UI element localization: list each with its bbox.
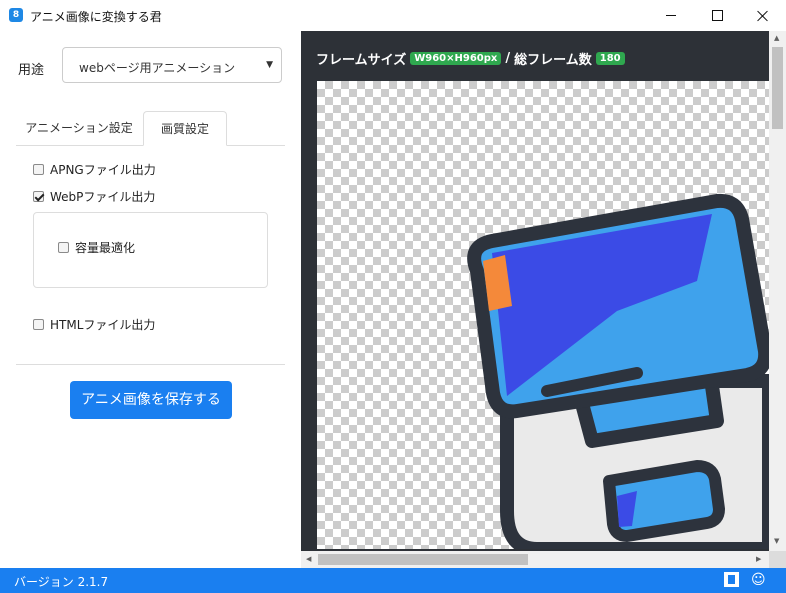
minimize-button[interactable] [648,0,694,31]
optimize-option[interactable]: 容量最適化 [58,239,135,256]
divider [16,364,285,365]
smiley-icon[interactable]: ☺ [751,572,766,588]
apng-option[interactable]: APNGファイル出力 [33,161,156,178]
scroll-left-icon[interactable]: ◀ [306,555,311,563]
app-icon: 8 [9,8,23,22]
scrollbar-corner [769,551,786,568]
minimize-icon [666,15,676,16]
frame-info: フレームサイズ W960×H960px / 総フレーム数 180 [316,49,629,68]
tab-quality-settings[interactable]: 画質設定 [143,111,227,146]
horizontal-scroll-thumb[interactable] [318,554,528,565]
total-frames-badge: 180 [595,52,625,65]
total-frames-label: 総フレーム数 [514,53,592,68]
apng-checkbox[interactable] [33,164,44,175]
vertical-scroll-thumb[interactable] [772,47,783,129]
optimize-label: 容量最適化 [75,241,136,255]
html-label: HTMLファイル出力 [50,318,156,332]
maximize-icon [711,10,723,21]
window-title: アニメ画像に変換する君 [30,10,162,24]
frame-size-badge: W960×H960px [410,52,502,65]
purpose-selected-value: webページ用アニメーション [79,61,236,75]
purpose-label: 用途 [18,63,45,78]
webp-option[interactable]: WebPファイル出力 [33,188,155,205]
chevron-down-icon: ▼ [266,60,273,70]
apng-label: APNGファイル出力 [50,163,156,177]
purpose-select[interactable]: webページ用アニメーション ▼ [62,47,282,83]
scroll-down-icon[interactable]: ▼ [774,537,779,545]
settings-panel: 用途 webページ用アニメーション ▼ アニメーション設定 画質設定 APNGフ… [0,31,301,568]
close-button[interactable] [740,0,786,31]
maximize-button[interactable] [694,0,740,31]
tab-animation-settings[interactable]: アニメーション設定 [22,111,136,145]
html-option[interactable]: HTMLファイル出力 [33,316,155,333]
title-bar: 8 アニメ画像に変換する君 [0,0,786,31]
webp-label: WebPファイル出力 [50,190,156,204]
preview-canvas[interactable] [317,81,769,549]
preview-image [467,193,769,549]
frame-size-label: フレームサイズ [316,53,407,68]
optimize-checkbox[interactable] [58,242,69,253]
close-icon [757,10,769,22]
vertical-scrollbar[interactable]: ▲ ▼ [769,31,786,551]
save-animation-button[interactable]: アニメ画像を保存する [70,381,232,419]
frame-info-separator: / [505,51,511,66]
scroll-right-icon[interactable]: ▶ [756,555,761,563]
webp-checkbox[interactable] [33,191,44,202]
scroll-up-icon[interactable]: ▲ [774,34,779,42]
horizontal-scrollbar[interactable]: ◀ ▶ [301,551,769,568]
preview-panel: フレームサイズ W960×H960px / 総フレーム数 180 ▲ ▼ ◀ ▶ [301,31,786,568]
version-label: バージョン 2.1.7 [14,575,109,589]
html-checkbox[interactable] [33,319,44,330]
status-bar: バージョン 2.1.7 ☺ [0,568,786,593]
ics-logo-icon[interactable] [724,572,739,587]
